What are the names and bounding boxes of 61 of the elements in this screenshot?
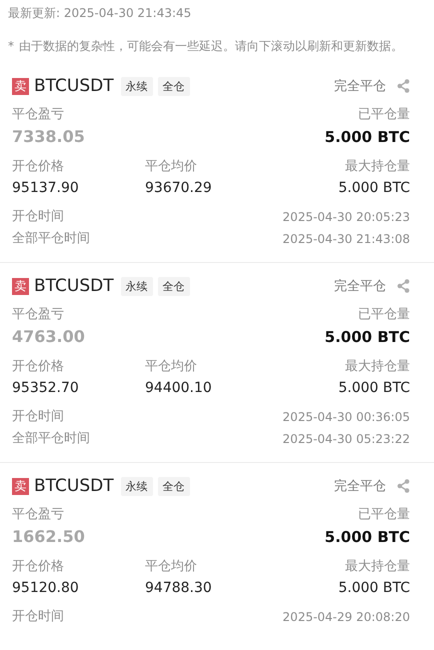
open-time-value: 2025-04-29 20:08:20 [282, 609, 410, 626]
position-tag: 永续 [120, 276, 153, 296]
max-qty-label: 最大持仓量 [344, 158, 410, 176]
sell-badge: 卖 [12, 278, 29, 294]
position-status: 完全平仓 [334, 78, 386, 95]
closed-qty-label: 已平仓量 [357, 506, 410, 524]
closed-qty-label: 已平仓量 [357, 106, 410, 124]
open-time-label: 开仓时间 [12, 608, 64, 626]
position-tag: 永续 [120, 476, 153, 496]
pnl-label: 平仓盈亏 [12, 106, 65, 124]
sell-badge: 卖 [12, 478, 29, 494]
share-icon[interactable] [397, 279, 410, 293]
open-time-label: 开仓时间 [12, 408, 64, 426]
open-price-label: 开仓价格 [12, 558, 65, 576]
open-price-value: 95137.90 [12, 179, 80, 198]
position-tag: 永续 [120, 76, 153, 96]
open-price-label: 开仓价格 [12, 358, 65, 376]
avg-close-label: 平仓均价 [145, 158, 198, 176]
position-tag: 全仓 [158, 276, 190, 296]
close-time-label: 全部平仓时间 [12, 430, 90, 448]
open-time-value: 2025-04-30 20:05:23 [282, 209, 410, 226]
position-status: 完全平仓 [334, 478, 386, 495]
open-price-label: 开仓价格 [12, 158, 65, 176]
pnl-label: 平仓盈亏 [12, 306, 65, 324]
sell-badge: 卖 [12, 78, 29, 94]
open-time-value: 2025-04-30 00:36:05 [282, 409, 410, 426]
pnl-value: 1662.50 [12, 526, 85, 548]
symbol-name: BTCUSDT [34, 276, 114, 296]
open-price-value: 95352.70 [12, 379, 80, 398]
position-tag: 全仓 [158, 76, 190, 96]
avg-close-value: 93670.29 [145, 179, 213, 198]
symbol-name: BTCUSDT [34, 76, 114, 96]
closed-qty-value: 5.000 BTC [324, 527, 410, 548]
avg-close-value: 94788.30 [145, 579, 213, 598]
max-qty-value: 5.000 BTC [338, 179, 410, 198]
position-status: 完全平仓 [334, 278, 386, 295]
pnl-value: 7338.05 [12, 126, 85, 148]
closed-qty-label: 已平仓量 [357, 306, 410, 324]
close-time-value: 2025-04-30 05:23:22 [282, 431, 410, 448]
avg-close-label: 平仓均价 [145, 558, 198, 576]
max-qty-label: 最大持仓量 [344, 558, 410, 576]
avg-close-value: 94400.10 [145, 379, 213, 398]
avg-close-label: 平仓均价 [145, 358, 198, 376]
last-update-time: 最新更新: 2025-04-30 21:43:45 [7, 5, 192, 21]
open-time-label: 开仓时间 [12, 208, 64, 226]
position-tag: 全仓 [158, 476, 190, 496]
close-time-value: 2025-04-30 21:43:08 [282, 231, 410, 248]
delay-notice: 由于数据的复杂性，可能会有一些延迟。请向下滚动以刷新和更新数据。 [19, 38, 404, 55]
max-qty-value: 5.000 BTC [338, 379, 410, 398]
share-icon[interactable] [397, 79, 410, 93]
pnl-value: 4763.00 [12, 326, 85, 348]
max-qty-label: 最大持仓量 [344, 358, 410, 376]
closed-qty-value: 5.000 BTC [324, 327, 410, 348]
open-price-value: 95120.80 [12, 579, 80, 598]
pnl-label: 平仓盈亏 [12, 506, 65, 524]
note-asterisk: * [8, 38, 14, 55]
share-icon[interactable] [397, 479, 410, 493]
symbol-name: BTCUSDT [34, 476, 114, 496]
close-time-label: 全部平仓时间 [12, 230, 90, 248]
max-qty-value: 5.000 BTC [338, 579, 410, 598]
closed-qty-value: 5.000 BTC [324, 127, 410, 148]
